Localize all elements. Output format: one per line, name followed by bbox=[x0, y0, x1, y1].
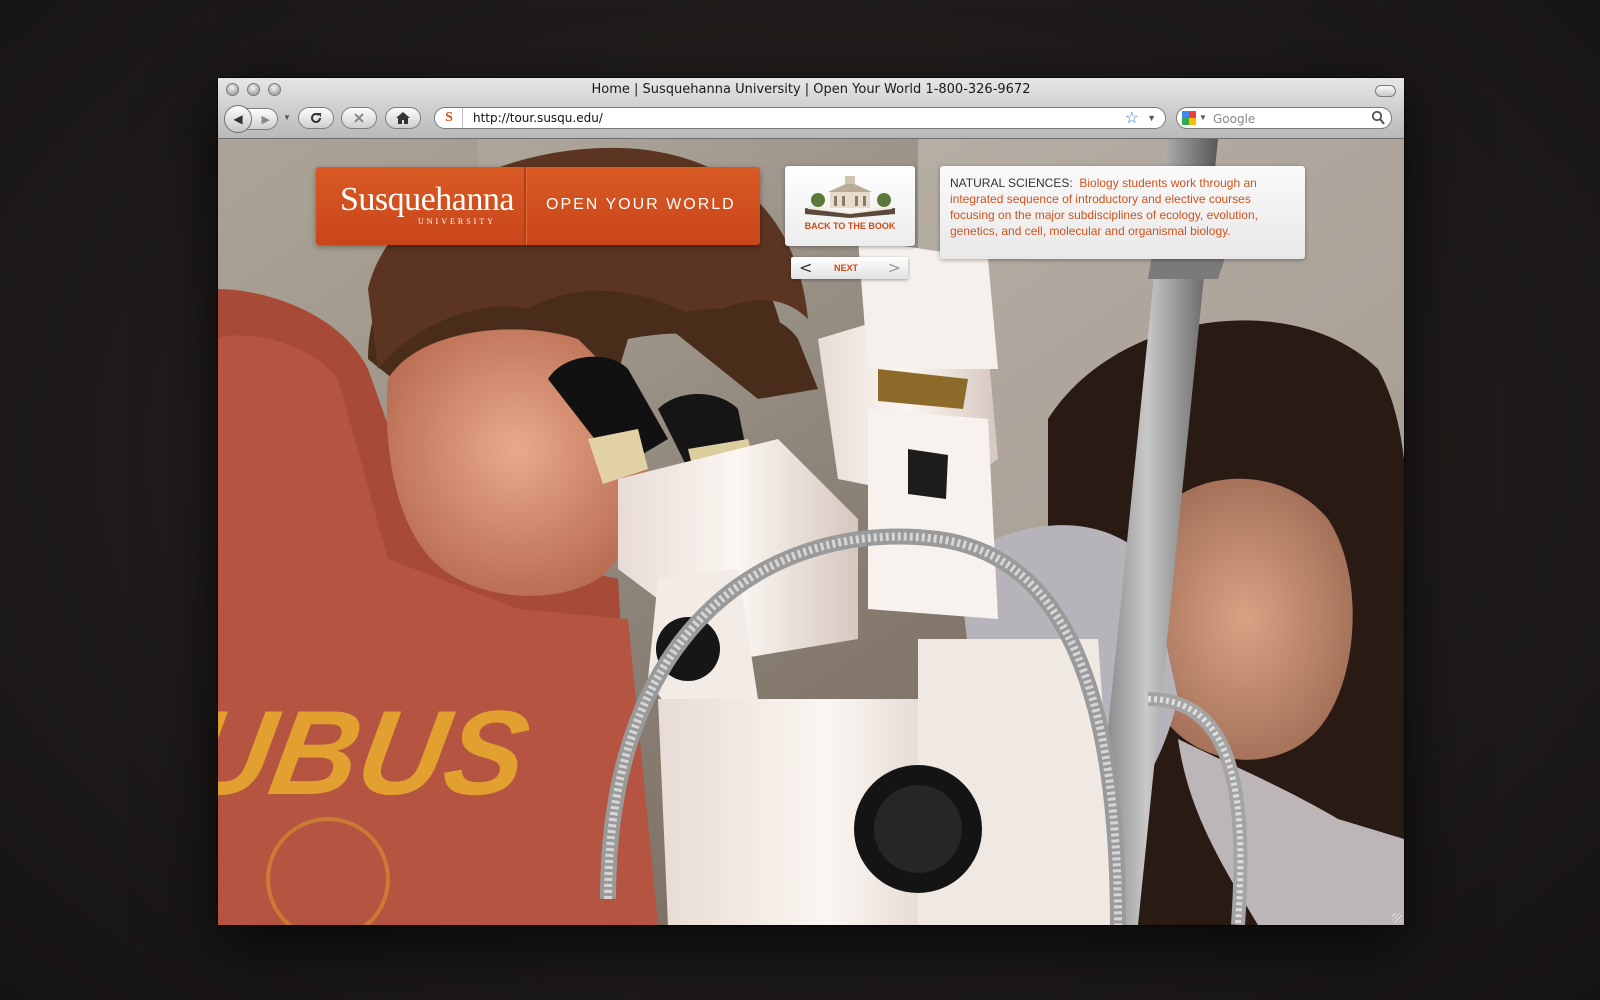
browser-window: Home | Susquehanna University | Open You… bbox=[218, 78, 1404, 925]
address-bar[interactable]: S http://tour.susqu.edu/ ☆ ▼ bbox=[434, 107, 1166, 129]
forward-arrow-icon: ▶ bbox=[261, 113, 270, 126]
slide-pager: < NEXT > bbox=[791, 257, 908, 279]
university-brand-banner[interactable]: Susquehanna UNIVERSITY OPEN YOUR WORLD bbox=[316, 167, 760, 245]
next-button[interactable]: NEXT bbox=[834, 263, 858, 273]
home-button[interactable] bbox=[385, 107, 421, 129]
previous-button[interactable]: < bbox=[799, 258, 812, 277]
google-search-engine-icon[interactable] bbox=[1182, 111, 1196, 125]
history-dropdown-icon[interactable]: ▼ bbox=[283, 113, 291, 122]
stop-icon bbox=[354, 113, 364, 123]
search-engine-dropdown-icon[interactable]: ▼ bbox=[1199, 113, 1207, 122]
university-wordmark: Susquehanna bbox=[340, 181, 514, 218]
brand-tagline: OPEN YOUR WORLD bbox=[546, 196, 736, 213]
stop-button[interactable] bbox=[341, 107, 377, 129]
window-resize-handle[interactable] bbox=[1392, 913, 1402, 923]
back-to-book-button[interactable]: BACK TO THE BOOK bbox=[785, 166, 915, 246]
search-input[interactable] bbox=[1211, 110, 1365, 128]
browser-toolbar: ◀ ▶ ▼ S http://tour.susqu.edu/ ☆ ▼ ▼ Goo… bbox=[218, 104, 1404, 134]
university-subtitle: UNIVERSITY bbox=[418, 217, 496, 226]
url-history-dropdown-icon[interactable]: ▼ bbox=[1147, 113, 1156, 123]
search-icon[interactable] bbox=[1371, 110, 1385, 126]
book-building-icon bbox=[805, 176, 895, 218]
caption-heading: NATURAL SCIENCES: bbox=[950, 176, 1073, 190]
next-arrow-button[interactable]: > bbox=[888, 258, 901, 277]
window-title: Home | Susquehanna University | Open You… bbox=[591, 82, 1031, 97]
browser-chrome: Home | Susquehanna University | Open You… bbox=[218, 78, 1404, 139]
shirt-graphic-text: CUBUS bbox=[218, 686, 538, 820]
home-icon bbox=[396, 112, 410, 124]
page-content: CUBUS Susquehanna UNIVERSITY OPEN YOUR W… bbox=[218, 139, 1404, 925]
toolbar-toggle-button[interactable] bbox=[1375, 85, 1396, 97]
favicon-divider bbox=[462, 108, 463, 128]
back-button[interactable]: ◀ bbox=[224, 105, 252, 133]
url-text[interactable]: http://tour.susqu.edu/ bbox=[473, 111, 603, 125]
back-to-book-label: BACK TO THE BOOK bbox=[804, 221, 896, 231]
site-favicon-icon: S bbox=[445, 110, 453, 125]
reload-icon bbox=[311, 112, 321, 123]
reload-button[interactable] bbox=[298, 107, 334, 129]
search-field[interactable]: ▼ bbox=[1176, 107, 1392, 129]
bookmark-star-icon[interactable]: ☆ bbox=[1125, 108, 1139, 128]
caption-panel: NATURAL SCIENCES: Biology students work … bbox=[940, 166, 1305, 259]
nav-buttons: ◀ ▶ bbox=[224, 105, 280, 133]
back-arrow-icon: ◀ bbox=[233, 112, 243, 126]
brand-divider bbox=[524, 167, 526, 245]
